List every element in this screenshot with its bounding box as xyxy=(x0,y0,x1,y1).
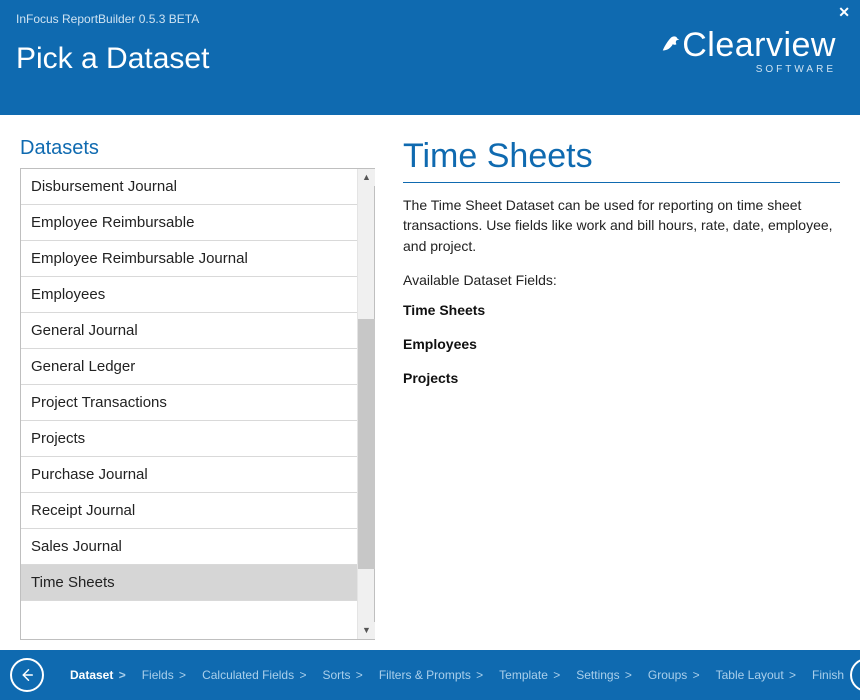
app-subtitle: InFocus ReportBuilder 0.5.3 BETA xyxy=(16,12,844,26)
list-item[interactable]: Employees xyxy=(21,277,357,313)
datasets-heading: Datasets xyxy=(20,137,375,160)
list-item[interactable]: Purchase Journal xyxy=(21,457,357,493)
wizard-step[interactable]: Settings > xyxy=(576,668,632,682)
list-item[interactable]: Sales Journal xyxy=(21,529,357,565)
field-item: Projects xyxy=(403,370,840,386)
datasets-list[interactable]: Disbursement JournalEmployee Reimbursabl… xyxy=(21,169,357,639)
field-item: Time Sheets xyxy=(403,302,840,318)
list-item[interactable]: General Journal xyxy=(21,313,357,349)
field-list: Time Sheets Employees Projects xyxy=(403,302,840,386)
wizard-step[interactable]: Dataset > xyxy=(70,668,126,682)
prev-button[interactable] xyxy=(10,658,44,692)
logo-subtitle: SOFTWARE xyxy=(660,64,836,75)
scrollbar[interactable]: ▲ ▼ xyxy=(357,169,374,639)
chevron-right-icon: > xyxy=(352,668,362,682)
list-item[interactable]: Employee Reimbursable xyxy=(21,205,357,241)
wizard-step[interactable]: Groups > xyxy=(648,668,700,682)
wizard-step[interactable]: Sorts > xyxy=(322,668,362,682)
close-icon[interactable]: ✕ xyxy=(838,4,850,21)
chevron-right-icon: > xyxy=(115,668,125,682)
list-item[interactable]: Disbursement Journal xyxy=(21,169,357,205)
chevron-right-icon: > xyxy=(296,668,306,682)
wizard-step[interactable]: Fields > xyxy=(142,668,186,682)
arrow-left-icon xyxy=(18,666,36,684)
wizard-footer: Dataset > Fields > Calculated Fields > Sort… xyxy=(0,650,860,700)
list-item[interactable]: Projects xyxy=(21,421,357,457)
scroll-up-icon[interactable]: ▲ xyxy=(358,169,375,186)
header-bar: ✕ InFocus ReportBuilder 0.5.3 BETA Pick … xyxy=(0,0,860,115)
field-item: Employees xyxy=(403,336,840,352)
logo-text-a: Clear xyxy=(682,26,766,64)
list-item[interactable]: Receipt Journal xyxy=(21,493,357,529)
chevron-right-icon: > xyxy=(473,668,483,682)
list-item[interactable]: Project Transactions xyxy=(21,385,357,421)
chevron-right-icon: > xyxy=(622,668,632,682)
next-button[interactable] xyxy=(850,658,860,692)
list-item[interactable]: Employee Reimbursable Journal xyxy=(21,241,357,277)
wizard-step[interactable]: Template > xyxy=(499,668,560,682)
chevron-right-icon: > xyxy=(689,668,699,682)
scroll-thumb[interactable] xyxy=(358,319,375,569)
wizard-step[interactable]: Calculated Fields > xyxy=(202,668,306,682)
detail-title: Time Sheets xyxy=(403,137,840,176)
app-window: ✕ InFocus ReportBuilder 0.5.3 BETA Pick … xyxy=(0,0,860,700)
available-fields-label: Available Dataset Fields: xyxy=(403,272,840,288)
datasets-pane: Datasets Disbursement JournalEmployee Re… xyxy=(20,137,375,640)
wizard-breadcrumb: Dataset > Fields > Calculated Fields > Sort… xyxy=(50,668,844,682)
detail-pane: Time Sheets The Time Sheet Dataset can b… xyxy=(403,137,840,640)
main-body: Datasets Disbursement JournalEmployee Re… xyxy=(0,115,860,650)
detail-divider xyxy=(403,182,840,183)
chevron-right-icon: > xyxy=(176,668,186,682)
logo-text-b: view xyxy=(766,26,836,64)
wizard-step[interactable]: Finish xyxy=(812,668,844,682)
list-item[interactable]: General Ledger xyxy=(21,349,357,385)
chevron-right-icon: > xyxy=(550,668,560,682)
list-item[interactable]: Time Sheets xyxy=(21,565,357,601)
wizard-step[interactable]: Table Layout > xyxy=(716,668,796,682)
wizard-step[interactable]: Filters & Prompts > xyxy=(379,668,483,682)
scroll-down-icon[interactable]: ▼ xyxy=(358,622,375,639)
datasets-listbox: Disbursement JournalEmployee Reimbursabl… xyxy=(20,168,375,640)
chevron-right-icon: > xyxy=(786,668,796,682)
bird-icon xyxy=(660,28,682,62)
brand-logo: Clearview SOFTWARE xyxy=(660,28,836,75)
detail-description: The Time Sheet Dataset can be used for r… xyxy=(403,195,840,256)
